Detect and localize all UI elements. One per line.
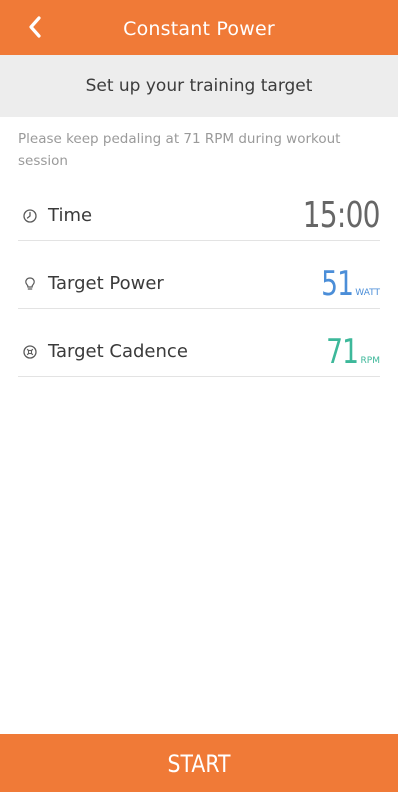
instruction-text: Please keep pedaling at 71 RPM during wo… — [18, 131, 341, 169]
time-value-group: 15:00 — [281, 195, 381, 236]
target-cadence-value-group: 71 RPM — [317, 334, 380, 370]
target-power-label: Target Power — [48, 273, 164, 294]
target-cadence-value: 71 — [326, 332, 359, 372]
target-power-value: 51 — [321, 264, 354, 304]
cadence-icon — [23, 345, 37, 359]
lightbulb-icon — [25, 277, 35, 290]
section-title: Set up your training target — [0, 55, 398, 117]
target-power-setting-row[interactable]: Target Power 51 WATT — [18, 262, 380, 309]
time-value: 15:00 — [302, 195, 381, 236]
target-cadence-setting-row[interactable]: Target Cadence 71 RPM — [18, 330, 380, 377]
target-cadence-label: Target Cadence — [48, 341, 188, 362]
target-cadence-unit: RPM — [360, 356, 380, 366]
start-button-label: START — [167, 750, 231, 778]
time-label: Time — [48, 205, 93, 226]
app-screen: Constant Power Set up your training targ… — [0, 0, 398, 792]
page-title: Constant Power — [123, 18, 275, 40]
clock-icon — [23, 209, 37, 223]
time-setting-row[interactable]: Time 15:00 — [18, 194, 381, 241]
target-power-value-group: 51 WATT — [312, 266, 380, 302]
header-bar: Constant Power — [0, 0, 398, 55]
target-power-unit: WATT — [355, 288, 380, 298]
start-button[interactable]: START — [0, 734, 398, 792]
